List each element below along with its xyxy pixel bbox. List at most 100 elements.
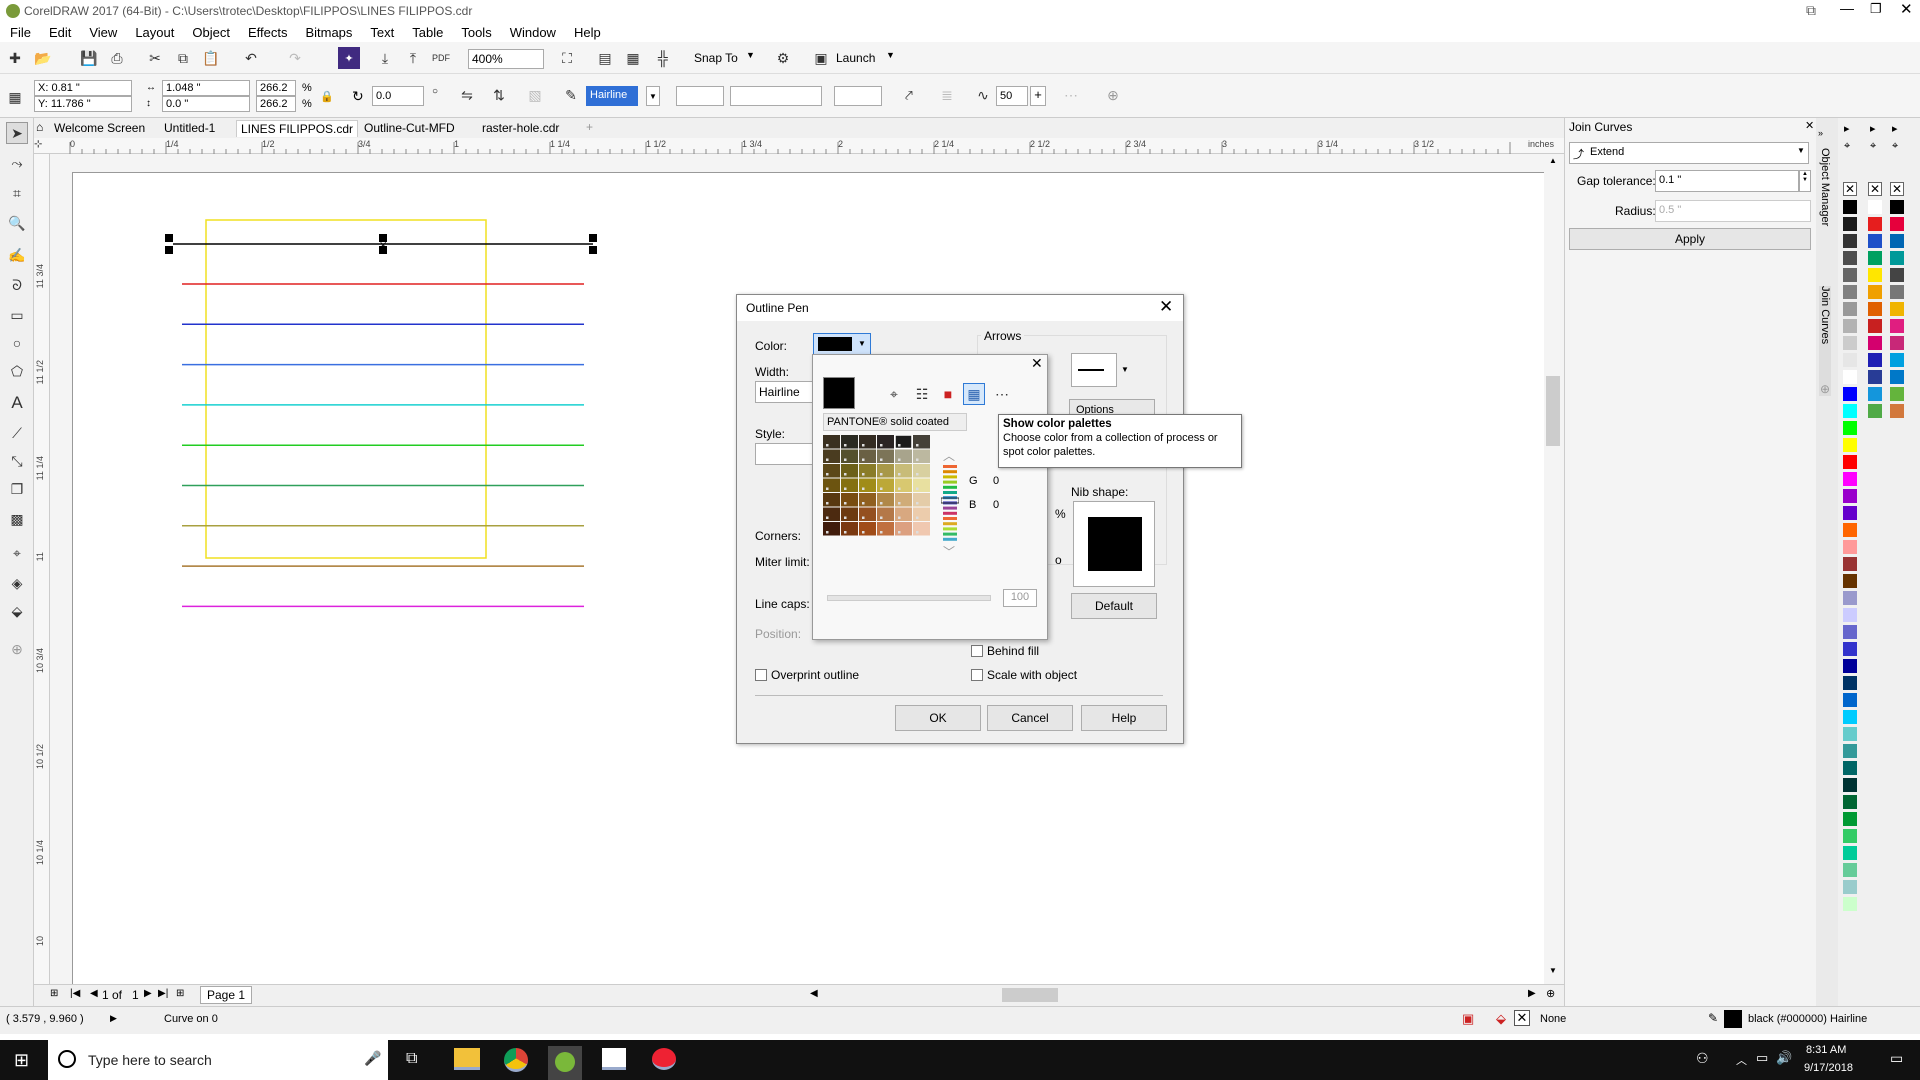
rectangle-tool-icon[interactable]: ▭ [6,304,28,326]
add-tool-icon[interactable]: ⊕ [6,638,28,660]
import-icon[interactable]: ⤓ [374,47,396,69]
scale-y-field[interactable]: 266.2 [256,96,296,112]
no-color-swatch[interactable]: ✕ [1890,182,1904,196]
volume-icon[interactable]: 🔊 [1776,1050,1792,1066]
palette-swatch[interactable] [1890,251,1904,265]
eyedropper-icon[interactable]: ⌖ [1892,140,1898,153]
rotation-angle-field[interactable]: 0.0 [372,86,424,106]
curve-smoothing-field[interactable]: 50 [996,86,1028,106]
palette-swatch[interactable] [1890,302,1904,316]
color-viewers-icon[interactable]: ☷ [911,383,933,405]
palette-swatch[interactable] [1843,727,1857,741]
outline-width-field[interactable]: Hairline [586,86,638,106]
palette-menu-icon[interactable]: ▸ [1870,122,1876,135]
tab-outline-cut-mfd[interactable]: Outline-Cut-MFD [360,120,459,137]
palette-swatch[interactable] [1843,455,1857,469]
expand-status-icon[interactable]: ▶ [110,1013,117,1024]
eyedropper-icon[interactable]: ▸ [1844,122,1850,135]
print-icon[interactable]: ⎙ [106,47,128,69]
connector-tool-icon[interactable]: ⤡ [6,450,28,472]
palette-swatch[interactable] [1890,336,1904,350]
nib-shape-preview[interactable] [1073,501,1155,587]
zoom-level-field[interactable]: 400% [468,49,544,69]
palette-swatch[interactable] [1843,812,1857,826]
line-style-select[interactable] [755,443,815,465]
palette-swatch[interactable] [1843,591,1857,605]
scroll-right-icon[interactable]: ▶ [1528,988,1536,999]
dialog-close-button[interactable]: ✕ [1159,297,1173,317]
drawing-artwork[interactable]: × [73,173,773,673]
palette-name-select[interactable]: PANTONE® solid coated [823,413,967,431]
palette-swatch[interactable] [1868,353,1882,367]
artistic-media-icon[interactable]: ᘐ [6,274,28,296]
palette-swatch[interactable] [1843,336,1857,350]
palette-swatch[interactable] [1890,200,1904,214]
menu-effects[interactable]: Effects [238,22,296,40]
palette-swatch[interactable] [1868,285,1882,299]
palette-swatch[interactable] [1843,829,1857,843]
palette-swatch[interactable] [1868,336,1882,350]
menu-window[interactable]: Window [500,22,564,40]
menu-file[interactable]: File [0,22,39,40]
smoothing-plus-button[interactable]: + [1030,86,1046,106]
palette-swatch[interactable] [1890,217,1904,231]
full-screen-preview-icon[interactable]: ⛶ [556,47,578,69]
maximize-button[interactable]: ❐ [1870,1,1882,17]
clock-date[interactable]: 9/17/2018 [1804,1062,1853,1074]
tab-untitled-1[interactable]: Untitled-1 [160,120,219,137]
palette-menu-icon[interactable]: ▸ [1892,122,1898,135]
file-explorer-icon[interactable] [454,1048,480,1070]
add-docker-icon[interactable]: ⊕ [1820,382,1830,396]
palette-swatch[interactable] [1843,234,1857,248]
palette-swatch[interactable] [1843,693,1857,707]
palette-swatch[interactable] [1843,642,1857,656]
close-docker-icon[interactable]: ✕ [1805,119,1814,132]
end-arrow-select[interactable] [1071,353,1117,387]
palette-swatch[interactable] [1843,540,1857,554]
palette-swatch[interactable] [1843,778,1857,792]
palette-swatch[interactable] [1868,404,1882,418]
launch-dropdown[interactable]: Launch [836,51,875,65]
corel-connect-icon[interactable] [652,1048,676,1070]
microphone-icon[interactable]: 🎤 [364,1050,381,1067]
zoom-navigator-icon[interactable]: ⊕ [1546,987,1555,1000]
y-position-field[interactable]: Y: 11.786 " [34,96,132,112]
overprint-outline-checkbox[interactable] [755,669,767,681]
smart-fill-icon[interactable]: ⬙ [6,600,28,622]
close-curve-icon[interactable]: ⤤ [898,84,920,106]
palette-swatch[interactable] [1843,319,1857,333]
end-arrowhead-select[interactable] [834,86,882,106]
scroll-up-icon[interactable]: ▲ [1549,156,1557,165]
no-color-swatch[interactable]: ✕ [1868,182,1882,196]
join-mode-select[interactable]: Extend [1569,142,1809,164]
help-button[interactable]: Help [1081,705,1167,731]
network-icon[interactable]: ▭ [1756,1050,1768,1066]
menu-edit[interactable]: Edit [39,22,79,40]
transparency-tool-icon[interactable]: ▩ [6,508,28,530]
page-1-tab[interactable]: Page 1 [200,986,253,1004]
freehand-tool-icon[interactable]: ✍ [6,244,28,266]
text-wrap-icon[interactable]: ≣ [936,84,958,106]
polygon-tool-icon[interactable]: ⬠ [6,360,28,382]
ellipse-tool-icon[interactable]: ○ [6,332,28,354]
menu-object[interactable]: Object [182,22,238,40]
x-position-field[interactable]: X: 0.81 " [34,80,132,96]
outline-color-swatch[interactable] [1724,1010,1742,1028]
object-height-field[interactable]: 0.0 " [162,96,250,112]
palette-swatch[interactable] [1868,200,1882,214]
palette-swatch[interactable] [1843,472,1857,486]
cut-icon[interactable]: ✂ [144,47,166,69]
radius-field[interactable]: 0.5 " [1655,200,1811,222]
show-guidelines-icon[interactable]: ╬ [652,47,674,69]
palette-swatch[interactable] [1868,387,1882,401]
windows-start-icon[interactable]: ⊞ [14,1050,29,1071]
line-style-select[interactable] [730,86,822,106]
palette-swatch[interactable] [1843,421,1857,435]
minimize-button[interactable]: — [1840,0,1854,16]
menu-table[interactable]: Table [402,22,451,40]
horizontal-scroll-thumb[interactable] [1002,988,1058,1002]
palette-swatch[interactable] [1843,625,1857,639]
undo-icon[interactable]: ↶ [240,47,262,69]
object-origin-icon[interactable]: ▦ [4,86,26,108]
interactive-fill-icon[interactable]: ◈ [6,572,28,594]
